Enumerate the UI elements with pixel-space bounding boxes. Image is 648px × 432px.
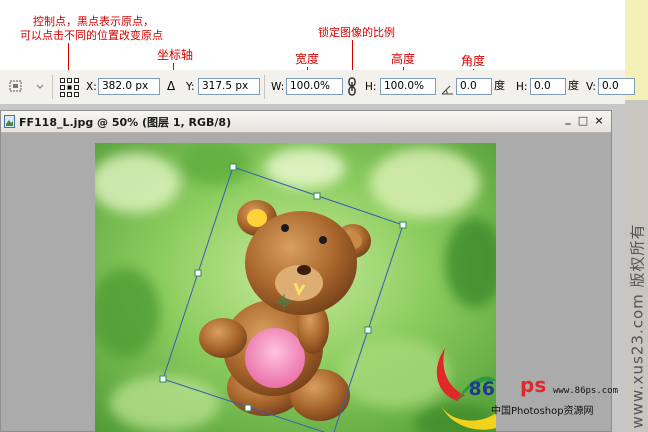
height-field[interactable]: 100.0% <box>380 78 436 95</box>
annotation-angle: 角度 <box>461 54 486 68</box>
x-label: X: <box>86 81 97 93</box>
maximize-button[interactable]: □ <box>576 114 590 128</box>
close-button[interactable]: × <box>592 114 606 128</box>
angle-unit: 度 <box>494 79 505 92</box>
transform-tool-icon <box>9 80 44 92</box>
vertical-watermark-text: www.xus23.com 版权所有 <box>628 223 646 429</box>
site-url: www.86ps.com <box>553 386 619 396</box>
transform-options-bar: X: 382.0 px Δ Y: 317.5 px W: 100.0% H: 1… <box>0 70 635 105</box>
logo-ps-text: ps <box>520 373 547 397</box>
y-position-field[interactable]: 317.5 px <box>198 78 260 95</box>
divider <box>52 75 53 99</box>
canvas-image[interactable]: 86 <box>95 143 496 432</box>
chain-link-icon <box>348 77 356 96</box>
skew-v-label: V: <box>586 81 596 93</box>
annotation-width: 宽度 <box>295 52 320 66</box>
width-field[interactable]: 100.0% <box>286 78 343 95</box>
logo-86: 86 <box>469 378 495 400</box>
rotate-angle-field[interactable]: 0.0 <box>456 78 492 95</box>
brand-text: 中国Photoshop资源网 <box>491 406 594 417</box>
document-title: FF118_L.jpg @ 50% (图层 1, RGB/8) <box>19 116 232 129</box>
divider <box>264 75 265 99</box>
annotation-height: 高度 <box>391 52 416 66</box>
annotation-control-point-2: 可以点击不同的位置改变原点 <box>20 29 163 42</box>
relative-position-toggle[interactable]: Δ <box>167 79 175 93</box>
annotation-control-point: 控制点，黑点表示原点， <box>33 15 154 28</box>
annotation-coordinate-axis: 坐标轴 <box>157 48 194 62</box>
maintain-aspect-ratio-button[interactable] <box>346 77 358 96</box>
skew-h-field[interactable]: 0.0 <box>530 78 566 95</box>
reference-point-locator[interactable] <box>60 78 79 97</box>
rotate-angle-icon <box>441 80 454 95</box>
x-position-field[interactable]: 382.0 px <box>98 78 160 95</box>
skew-h-label: H: <box>516 81 528 93</box>
skew-v-field[interactable]: 0.0 <box>598 78 635 95</box>
y-label: Y: <box>186 81 195 93</box>
document-icon <box>4 115 15 128</box>
h-label: H: <box>365 81 377 93</box>
skew-h-unit: 度 <box>568 79 579 92</box>
bear-photo: 86 <box>95 143 496 432</box>
tool-preset-picker[interactable] <box>7 78 45 95</box>
w-label: W: <box>271 81 285 93</box>
document-title-bar[interactable]: FF118_L.jpg @ 50% (图层 1, RGB/8) _ □ × <box>1 111 611 133</box>
minimize-button[interactable]: _ <box>561 112 575 126</box>
vertical-watermark: www.xus23.com 版权所有 <box>625 220 648 432</box>
annotation-lock-ratio: 锁定图像的比例 <box>318 26 395 39</box>
reference-point-icon <box>60 78 79 97</box>
